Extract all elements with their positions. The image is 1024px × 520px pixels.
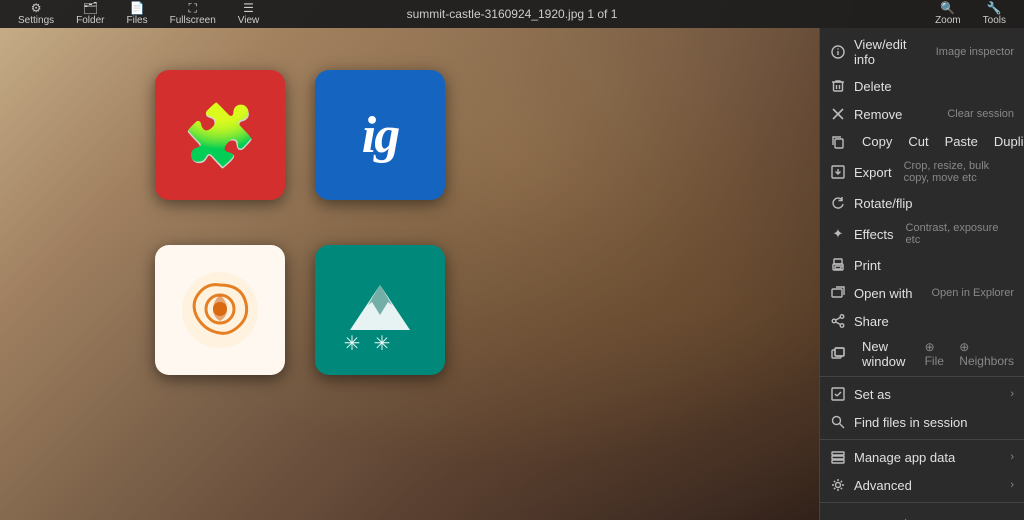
export-label: Export xyxy=(854,165,892,180)
menu-remove[interactable]: Remove Clear session xyxy=(820,100,1024,128)
remove-label: Remove xyxy=(854,107,935,122)
new-window-file: ⊕ File xyxy=(925,340,948,368)
zoom-icon: 🔍 xyxy=(940,2,955,14)
new-window-icon xyxy=(830,346,846,362)
fullscreen-button[interactable]: ⛶ Fullscreen xyxy=(160,0,226,28)
menu-rotate-flip[interactable]: Rotate/flip xyxy=(820,189,1024,217)
import-app-data-button[interactable]: Import app data xyxy=(820,512,1024,520)
copy-cut-paste-group: Copy Cut Paste Duplicate xyxy=(820,128,1024,155)
advanced-icon xyxy=(830,477,846,493)
print-label: Print xyxy=(854,258,1014,273)
files-label: Files xyxy=(127,15,148,26)
manage-app-data-label: Manage app data xyxy=(854,450,1002,465)
find-files-label: Find files in session xyxy=(854,415,1014,430)
x-icon xyxy=(830,106,846,122)
menu-share[interactable]: Share xyxy=(820,307,1024,335)
new-window-neighbors: ⊕ Neighbors xyxy=(959,340,1014,368)
app-icon-teal: ✳ ✳ xyxy=(315,245,445,375)
zoom-button[interactable]: 🔍 Zoom xyxy=(925,0,971,28)
copy-button[interactable]: Copy xyxy=(854,132,900,151)
settings-icon: ⚙ xyxy=(31,2,42,14)
new-window-label: New window xyxy=(862,339,913,369)
export-sub: Crop, resize, bulk copy, move etc xyxy=(904,160,1014,184)
advanced-label: Advanced xyxy=(854,478,1002,493)
manage-app-data-arrow: › xyxy=(1010,451,1014,463)
effects-icon: ✦ xyxy=(830,226,846,242)
menu-manage-app-data[interactable]: Manage app data › xyxy=(820,443,1024,471)
effects-label: Effects xyxy=(854,227,894,242)
folder-button[interactable]: 🗂 Folder xyxy=(66,0,114,28)
tools-icon: 🔧 xyxy=(987,2,1002,14)
view-label: View xyxy=(238,15,260,26)
delete-label: Delete xyxy=(854,79,1014,94)
mountain-icon: ✳ ✳ xyxy=(330,260,430,360)
trash-icon xyxy=(830,78,846,94)
files-button[interactable]: 📄 Files xyxy=(117,0,158,28)
eye-spiral-icon xyxy=(175,265,265,355)
open-in-explorer-label: Open in Explorer xyxy=(931,287,1014,299)
fullscreen-label: Fullscreen xyxy=(170,15,216,26)
info-icon xyxy=(830,44,846,60)
set-as-label: Set as xyxy=(854,387,1002,402)
menu-new-window[interactable]: New window ⊕ File ⊕ Neighbors xyxy=(820,335,1024,373)
menu-delete[interactable]: Delete xyxy=(820,72,1024,100)
set-as-icon xyxy=(830,386,846,402)
app-icon-blue: ig xyxy=(315,70,445,200)
paste-button[interactable]: Paste xyxy=(937,132,986,151)
menu-advanced[interactable]: Advanced › xyxy=(820,471,1024,499)
menu-divider-1 xyxy=(820,376,1024,377)
view-button[interactable]: ☰ View xyxy=(228,0,270,28)
rotate-flip-label: Rotate/flip xyxy=(854,196,1014,211)
menu-find-files[interactable]: Find files in session xyxy=(820,408,1024,436)
view-icon: ☰ xyxy=(243,2,254,14)
cut-button[interactable]: Cut xyxy=(900,132,936,151)
effects-sub: Contrast, exposure etc xyxy=(906,222,1014,246)
tools-button[interactable]: 🔧 Tools xyxy=(973,0,1016,28)
toolbar: ⚙ Settings 🗂 Folder 📄 Files ⛶ Fullscreen… xyxy=(0,0,1024,28)
share-label: Share xyxy=(854,314,1014,329)
advanced-arrow: › xyxy=(1010,479,1014,491)
open-with-label: Open with xyxy=(854,286,919,301)
find-files-icon xyxy=(830,414,846,430)
clear-session-label: Clear session xyxy=(947,108,1014,120)
copy-icon xyxy=(830,134,846,150)
rotate-icon xyxy=(830,195,846,211)
file-title: summit-castle-3160924_1920.jpg 1 of 1 xyxy=(407,7,618,21)
menu-print[interactable]: Print xyxy=(820,251,1024,279)
tools-label: Tools xyxy=(983,15,1006,26)
folder-icon: 🗂 xyxy=(83,2,98,14)
menu-set-as[interactable]: Set as › xyxy=(820,380,1024,408)
files-icon: 📄 xyxy=(130,2,145,14)
image-inspector-label: Image inspector xyxy=(936,46,1014,58)
menu-export[interactable]: Export Crop, resize, bulk copy, move etc xyxy=(820,155,1024,189)
zoom-label: Zoom xyxy=(935,15,961,26)
svg-text:✳: ✳ xyxy=(344,333,361,355)
export-icon xyxy=(830,164,846,180)
settings-label: Settings xyxy=(18,15,54,26)
view-edit-info-label: View/edit info xyxy=(854,37,924,67)
menu-open-with[interactable]: Open with Open in Explorer xyxy=(820,279,1024,307)
menu-bottom-section: Import app data Export app data Clear ap… xyxy=(820,506,1024,520)
open-with-icon xyxy=(830,285,846,301)
print-icon xyxy=(830,257,846,273)
menu-effects[interactable]: ✦ Effects Contrast, exposure etc xyxy=(820,217,1024,251)
settings-button[interactable]: ⚙ Settings xyxy=(8,0,64,28)
menu-divider-3 xyxy=(820,502,1024,503)
folder-label: Folder xyxy=(76,15,104,26)
context-menu: View/edit info Image inspector Delete Re… xyxy=(819,28,1024,520)
svg-text:✳: ✳ xyxy=(374,333,391,355)
set-as-arrow: › xyxy=(1010,388,1014,400)
app-icon-red: 🧩 xyxy=(155,70,285,200)
share-icon xyxy=(830,313,846,329)
app-icon-orange xyxy=(155,245,285,375)
menu-view-edit-info[interactable]: View/edit info Image inspector xyxy=(820,32,1024,72)
fullscreen-icon: ⛶ xyxy=(188,2,196,14)
manage-icon xyxy=(830,449,846,465)
duplicate-button[interactable]: Duplicate xyxy=(986,132,1024,151)
puzzle-icon: 🧩 xyxy=(183,100,258,171)
ig-icon: ig xyxy=(362,106,398,165)
menu-divider-2 xyxy=(820,439,1024,440)
